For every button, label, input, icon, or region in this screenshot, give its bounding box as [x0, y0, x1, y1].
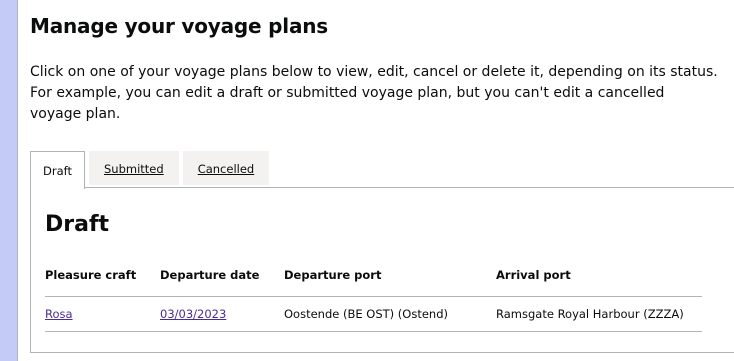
column-header-departure-port: Departure port	[284, 268, 496, 297]
voyage-plans-table: Pleasure craft Departure date Departure …	[45, 268, 702, 332]
cell-departure-date: 03/03/2023	[160, 296, 284, 332]
pleasure-craft-link[interactable]: Rosa	[45, 307, 73, 321]
main-panel: Manage your voyage plans Click on one of…	[17, 0, 734, 361]
tab-submitted[interactable]: Submitted	[89, 151, 179, 185]
tab-cancelled[interactable]: Cancelled	[182, 151, 270, 185]
tab-draft[interactable]: Draft	[30, 151, 85, 189]
column-header-departure-date: Departure date	[160, 268, 284, 297]
cell-departure-port: Oostende (BE OST) (Ostend)	[284, 296, 496, 332]
cell-pleasure-craft: Rosa	[45, 296, 160, 332]
column-header-arrival-port: Arrival port	[496, 268, 702, 297]
tab-panel-draft: Draft Pleasure craft Departure date Depa…	[30, 187, 734, 353]
cell-arrival-port: Ramsgate Royal Harbour (ZZZA)	[496, 296, 702, 332]
panel-heading: Draft	[45, 212, 110, 237]
intro-text: Click on one of your voyage plans below …	[30, 64, 718, 122]
table-row: Rosa 03/03/2023 Oostende (BE OST) (Osten…	[45, 296, 702, 332]
page-title: Manage your voyage plans	[30, 14, 328, 38]
table-header-row: Pleasure craft Departure date Departure …	[45, 268, 702, 297]
column-header-pleasure-craft: Pleasure craft	[45, 268, 160, 297]
departure-date-link[interactable]: 03/03/2023	[160, 307, 226, 321]
tab-list: Draft Submitted Cancelled	[30, 151, 273, 189]
